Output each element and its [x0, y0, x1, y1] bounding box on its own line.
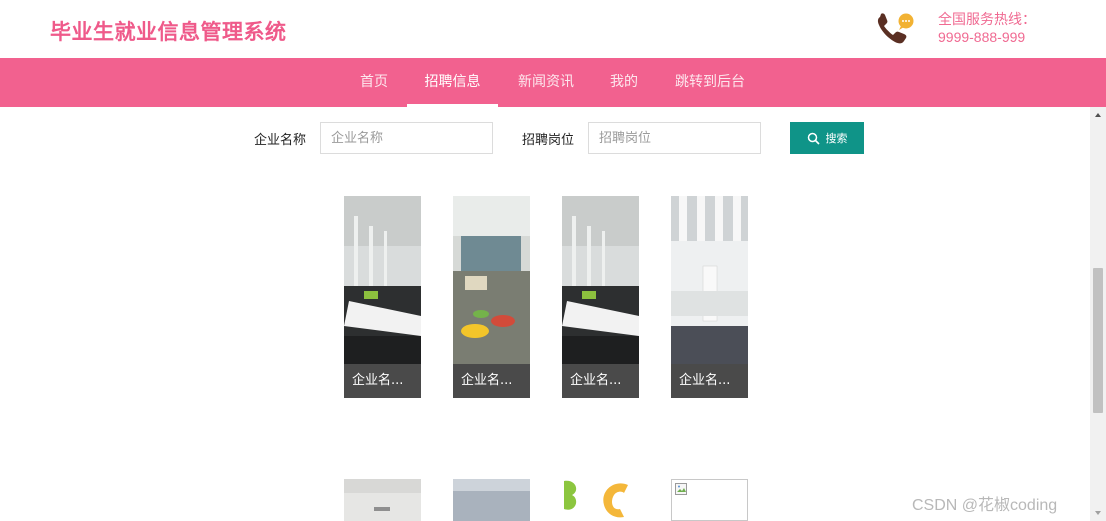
- office-photo: [453, 196, 530, 364]
- job-card-thumbnail[interactable]: [562, 479, 639, 521]
- hotline-info: 全国服务热线： 9999-888-999: [938, 10, 1036, 46]
- nav-mine[interactable]: 我的: [608, 58, 640, 107]
- watermark: CSDN @花椒coding: [912, 497, 1058, 514]
- card-label: 企业名...: [453, 364, 530, 398]
- nav-recruitment[interactable]: 招聘信息: [407, 58, 498, 107]
- search-icon: [807, 132, 820, 145]
- job-card[interactable]: 企业名...: [453, 196, 530, 398]
- job-card[interactable]: 企业名...: [344, 196, 421, 398]
- broken-image-icon: [675, 483, 687, 495]
- job-card-thumbnail[interactable]: [344, 479, 421, 521]
- search-bar: 企业名称 招聘岗位 搜索: [0, 122, 1090, 154]
- site-title: 毕业生就业信息管理系统: [50, 20, 287, 44]
- broken-image[interactable]: [671, 479, 748, 521]
- nav-news[interactable]: 新闻资讯: [514, 58, 578, 107]
- scroll-thumb[interactable]: [1093, 268, 1103, 413]
- card-label: 企业名...: [344, 364, 421, 398]
- job-card-thumbnail[interactable]: [453, 479, 530, 521]
- office-photo: [562, 196, 639, 364]
- office-photo: [344, 196, 421, 364]
- card-label: 企业名...: [562, 364, 639, 398]
- position-input[interactable]: [588, 122, 761, 154]
- company-name-input[interactable]: [320, 122, 493, 154]
- search-button-label: 搜索: [825, 133, 848, 145]
- hotline-label: 全国服务热线：: [938, 11, 1036, 27]
- logo-photo: [562, 479, 639, 521]
- top-header: 毕业生就业信息管理系统 全国服务热线： 9999-888-999: [0, 0, 1106, 58]
- office-photo: [453, 479, 530, 521]
- search-button[interactable]: 搜索: [790, 122, 864, 154]
- main-nav: 首页 招聘信息 新闻资讯 我的 跳转到后台: [0, 58, 1106, 107]
- phone-chat-icon: [877, 13, 914, 44]
- scroll-down-arrow-icon[interactable]: [1090, 505, 1106, 521]
- company-name-label: 企业名称: [254, 133, 307, 148]
- nav-home[interactable]: 首页: [358, 58, 390, 107]
- office-photo: [344, 479, 421, 521]
- nav-admin[interactable]: 跳转到后台: [670, 58, 750, 107]
- job-card[interactable]: 企业名...: [562, 196, 639, 398]
- scroll-up-arrow-icon[interactable]: [1090, 107, 1106, 123]
- position-label: 招聘岗位: [522, 133, 575, 148]
- hotline-number: 9999-888-999: [938, 29, 1026, 45]
- card-label: 企业名...: [671, 364, 748, 398]
- office-photo: [671, 196, 748, 364]
- job-card[interactable]: 企业名...: [671, 196, 748, 398]
